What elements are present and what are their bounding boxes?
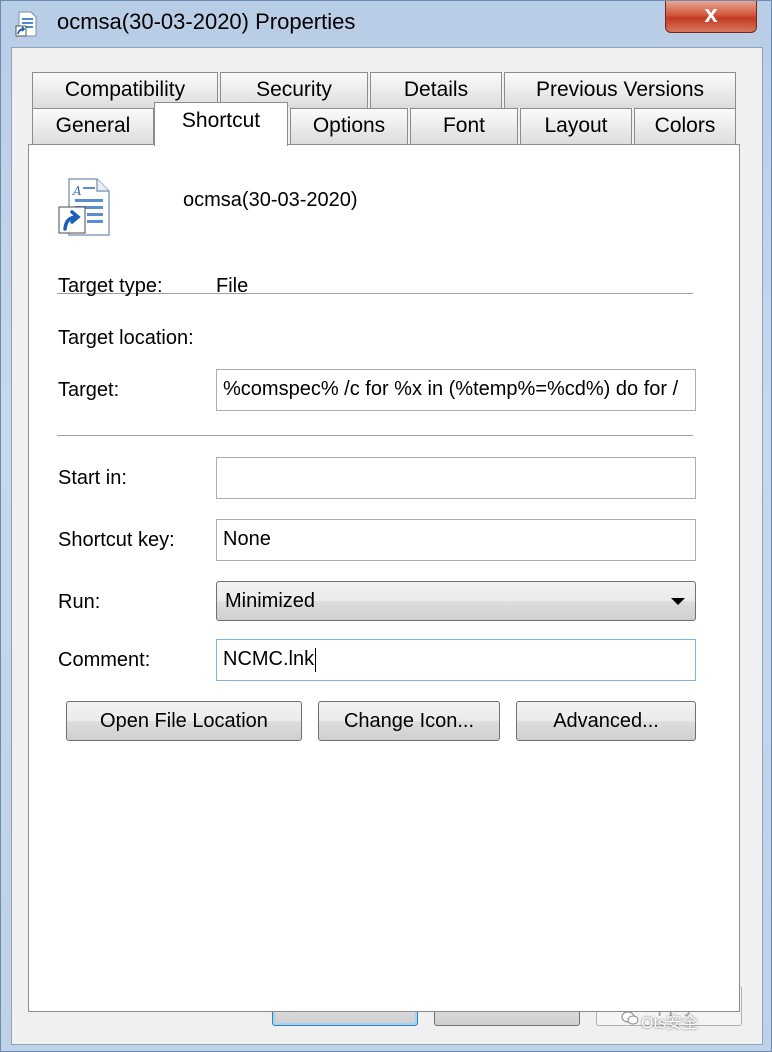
tab-label: Shortcut bbox=[181, 109, 261, 132]
tab-general[interactable]: General bbox=[32, 108, 154, 144]
tab-label: General bbox=[55, 114, 131, 137]
chevron-down-icon bbox=[671, 598, 685, 605]
target-type-value: File bbox=[216, 275, 249, 297]
properties-window: ocmsa(30-03-2020) Properties x Compatibi… bbox=[0, 0, 772, 1052]
divider bbox=[57, 435, 693, 437]
tab-label: Font bbox=[442, 114, 486, 137]
button-label: Open File Location bbox=[100, 710, 268, 732]
tab-shortcut[interactable]: Shortcut bbox=[154, 102, 288, 146]
tab-details[interactable]: Details bbox=[370, 72, 502, 108]
shortcut-key-label: Shortcut key: bbox=[58, 529, 175, 551]
dialog-client: Compatibility Security Details Previous … bbox=[11, 47, 763, 1045]
shortcut-key-input[interactable]: None bbox=[216, 519, 696, 561]
comment-label: Comment: bbox=[58, 649, 151, 671]
tab-font[interactable]: Font bbox=[410, 108, 518, 144]
tab-label: Details bbox=[403, 78, 469, 101]
target-location-label: Target location: bbox=[58, 327, 194, 349]
tab-label: Options bbox=[312, 114, 386, 137]
shortcut-file-icon: A bbox=[58, 178, 110, 236]
window-title: ocmsa(30-03-2020) Properties bbox=[57, 9, 356, 34]
button-label: Change Icon... bbox=[343, 710, 475, 732]
close-icon: x bbox=[704, 1, 718, 28]
run-select[interactable]: Minimized bbox=[216, 581, 696, 621]
change-icon-button[interactable]: Change Icon... bbox=[318, 701, 500, 741]
start-in-input[interactable] bbox=[216, 457, 696, 499]
title-bar[interactable]: ocmsa(30-03-2020) Properties x bbox=[1, 1, 772, 47]
button-label: Advanced... bbox=[553, 710, 659, 732]
run-select-value: Minimized bbox=[225, 590, 316, 612]
tab-label: Security bbox=[256, 78, 332, 101]
open-file-location-button[interactable]: Open File Location bbox=[66, 701, 302, 741]
watermark-text: Ots安全 bbox=[641, 1015, 698, 1032]
shortcut-file-name: ocmsa(30-03-2020) bbox=[183, 189, 358, 211]
text-caret bbox=[315, 647, 317, 672]
close-button[interactable]: x bbox=[665, 1, 757, 33]
shortcut-key-input-value: None bbox=[223, 528, 271, 550]
target-input[interactable]: %comspec% /c for %x in (%temp%=%cd%) do … bbox=[216, 369, 696, 411]
shortcut-file-icon bbox=[15, 11, 37, 37]
run-label: Run: bbox=[58, 591, 101, 613]
shortcut-tab-panel: A ocmsa(30-03-2020) Target type: File Ta… bbox=[28, 144, 740, 1012]
advanced-button[interactable]: Advanced... bbox=[516, 701, 696, 741]
tab-previous-versions[interactable]: Previous Versions bbox=[504, 72, 736, 108]
target-type-label: Target type: bbox=[58, 275, 163, 297]
wechat-icon bbox=[621, 1011, 639, 1025]
start-in-label: Start in: bbox=[58, 467, 127, 489]
tab-label: Compatibility bbox=[64, 78, 186, 101]
tab-options[interactable]: Options bbox=[290, 108, 408, 144]
tab-label: Colors bbox=[654, 114, 716, 137]
svg-text:A: A bbox=[72, 184, 82, 198]
comment-input-value: NCMC.lnk bbox=[223, 648, 315, 670]
tab-colors[interactable]: Colors bbox=[634, 108, 736, 144]
tab-label: Layout bbox=[544, 114, 608, 137]
tab-layout[interactable]: Layout bbox=[520, 108, 632, 144]
target-label: Target: bbox=[58, 379, 120, 401]
target-input-value: %comspec% /c for %x in (%temp%=%cd%) do … bbox=[223, 378, 679, 400]
comment-input[interactable]: NCMC.lnk bbox=[216, 639, 696, 681]
tab-label: Previous Versions bbox=[535, 78, 705, 101]
